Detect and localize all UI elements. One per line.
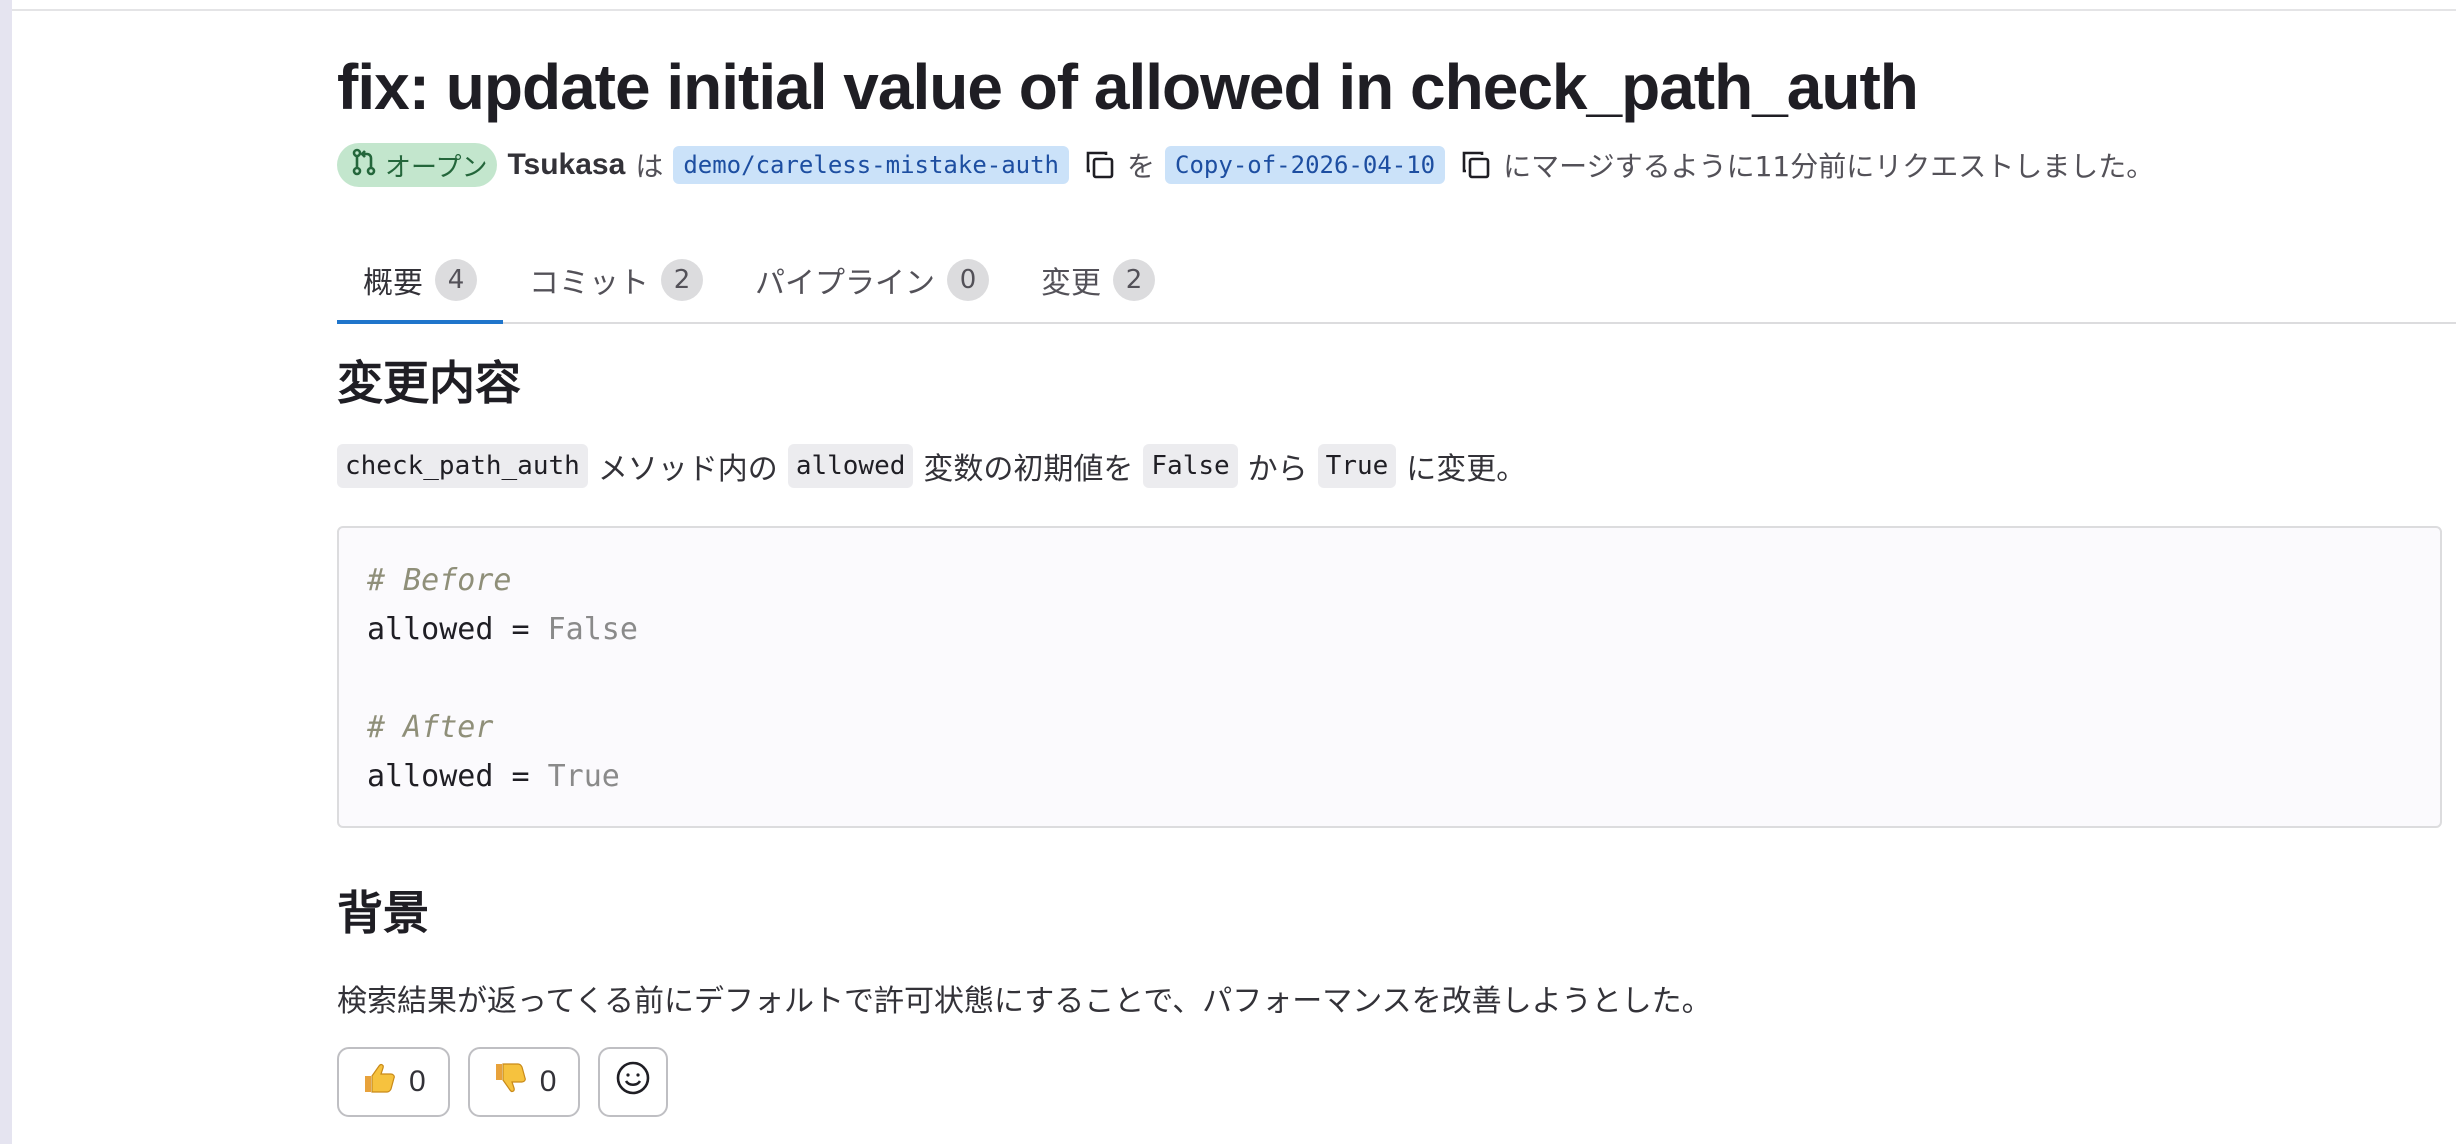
tab-count: 4 [435, 259, 477, 301]
add-reaction-button[interactable] [598, 1047, 669, 1117]
meta-text-ha: は [635, 150, 664, 183]
copy-icon [1086, 151, 1114, 179]
code-assignment: allowed = [367, 759, 548, 794]
thumbs-down-button[interactable]: 0 [467, 1047, 581, 1117]
target-branch[interactable]: Copy-of-2026-04-10 [1165, 146, 1446, 184]
summary-text: 変数の初期値を [923, 452, 1134, 487]
tab-label: パイプライン [755, 266, 935, 301]
tab-commits[interactable]: コミット 2 [503, 238, 729, 322]
tab-label: 変更 [1041, 266, 1101, 301]
changes-summary: check_path_auth メソッド内の allowed 変数の初期値を F… [337, 444, 1536, 488]
copy-target-branch-button[interactable] [1459, 148, 1493, 182]
tab-count: 2 [1113, 259, 1155, 301]
tab-label: 概要 [363, 266, 423, 301]
copy-source-branch-button[interactable] [1083, 148, 1117, 182]
left-rail [0, 0, 12, 1144]
source-branch[interactable]: demo/careless-mistake-auth [673, 146, 1070, 184]
status-badge: オープン [337, 143, 498, 187]
meta-text-wo: を [1127, 150, 1156, 183]
tab-count: 0 [947, 259, 989, 301]
award-emoji-bar: 0 0 [337, 1047, 669, 1117]
code-block[interactable]: # Before allowed = False # After allowed… [337, 526, 2442, 828]
thumbs-down-count: 0 [539, 1065, 557, 1098]
code-comment: # Before [367, 563, 512, 598]
code-value: False [547, 612, 638, 647]
summary-text: に変更。 [1406, 452, 1527, 487]
inline-code: allowed [787, 444, 914, 488]
code-line: # After [367, 703, 2412, 752]
tab-label: コミット [529, 266, 649, 301]
heading-changes: 変更内容 [337, 356, 521, 410]
summary-text: から [1247, 452, 1308, 487]
thumbs-up-icon [361, 1059, 399, 1105]
code-line: # Before [367, 556, 2412, 605]
code-line: allowed = True [367, 752, 2412, 801]
tab-count: 2 [661, 259, 703, 301]
tab-overview[interactable]: 概要 4 [337, 238, 503, 324]
mr-tabs: 概要 4 コミット 2 パイプライン 0 変更 2 [337, 238, 2456, 324]
request-text: にマージするように11分前にリクエストしました。 [1503, 150, 2155, 183]
mr-meta: オープン Tsukasa は demo/careless-mistake-aut… [337, 143, 2164, 187]
tab-changes[interactable]: 変更 2 [1015, 238, 1181, 322]
author-link[interactable]: Tsukasa [507, 148, 625, 182]
inline-code: check_path_auth [337, 444, 588, 488]
code-value: True [547, 759, 620, 794]
summary-text: メソッド内の [597, 452, 778, 487]
page-title: fix: update initial value of allowed in … [337, 51, 1919, 123]
thumbs-up-count: 0 [409, 1065, 426, 1098]
thumbs-down-icon [492, 1059, 530, 1105]
copy-icon [1462, 151, 1490, 179]
code-line: allowed = False [367, 605, 2412, 654]
thumbs-up-button[interactable]: 0 [337, 1047, 450, 1117]
merge-request-icon [349, 147, 379, 184]
inline-code: False [1143, 444, 1238, 488]
inline-code: True [1317, 444, 1397, 488]
heading-background: 背景 [337, 886, 429, 940]
merge-request-page: fix: update initial value of allowed in … [337, 0, 2456, 1144]
status-label: オープン [385, 152, 488, 183]
tab-pipelines[interactable]: パイプライン 0 [729, 238, 1015, 322]
background-text: 検索結果が返ってくる前にデフォルトで許可状態にすることで、パフォーマンスを改善し… [337, 984, 1712, 1019]
code-comment: # After [367, 710, 494, 745]
code-assignment: allowed = [367, 612, 548, 647]
smiley-icon [614, 1059, 652, 1105]
